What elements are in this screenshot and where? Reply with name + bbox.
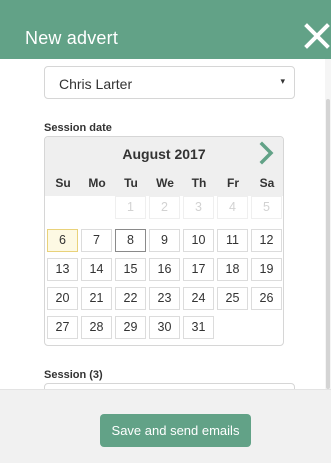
session-label: Session (3) <box>44 369 103 381</box>
calendar-day[interactable]: 30 <box>149 316 180 339</box>
calendar-day-selected[interactable]: 8 <box>115 229 146 252</box>
calendar-day[interactable]: 31 <box>183 316 214 339</box>
calendar-day[interactable]: 10 <box>183 229 214 252</box>
calendar-day[interactable]: 29 <box>115 316 146 339</box>
calendar-day[interactable]: 16 <box>149 258 180 281</box>
close-icon[interactable] <box>303 22 331 50</box>
calendar-day[interactable]: 11 <box>217 229 248 252</box>
person-select[interactable]: Chris Larter ▾ <box>44 66 295 99</box>
caret-down-icon: ▾ <box>280 76 285 86</box>
modal-footer: Save and send emails <box>0 389 331 463</box>
calendar-day[interactable]: 17 <box>183 258 214 281</box>
weekday-label: Tu <box>124 176 138 190</box>
session-date-label: Session date <box>44 122 112 134</box>
calendar-day-today[interactable]: 6 <box>47 229 78 252</box>
calendar-day[interactable]: 28 <box>81 316 112 339</box>
weekday-label: Mo <box>88 176 106 190</box>
calendar-day[interactable]: 7 <box>81 229 112 252</box>
calendar-day[interactable]: 14 <box>81 258 112 281</box>
calendar-day[interactable]: 18 <box>217 258 248 281</box>
calendar-day[interactable]: 12 <box>251 229 282 252</box>
modal-header: New advert <box>0 0 331 59</box>
calendar-day[interactable]: 27 <box>47 316 78 339</box>
chevron-right-icon[interactable] <box>256 141 278 165</box>
modal-body: Chris Larter ▾ Session date August 2017 … <box>0 59 331 389</box>
calendar-day-disabled: 2 <box>149 196 180 219</box>
weekday-label: Sa <box>259 176 275 190</box>
calendar-day-disabled: 3 <box>183 196 214 219</box>
modal-title: New advert <box>25 28 119 48</box>
calendar-day-disabled: 5 <box>251 196 282 219</box>
scrollbar[interactable] <box>325 59 331 389</box>
calendar-day[interactable]: 23 <box>149 287 180 310</box>
calendar-day-disabled: 4 <box>217 196 248 219</box>
calendar-day[interactable]: 20 <box>47 287 78 310</box>
date-picker: August 2017 Su Mo Tu We Th Fr Sa 1 2 3 4 5 6 7 8 9 10 11… <box>44 136 284 346</box>
calendar-day[interactable]: 25 <box>217 287 248 310</box>
calendar-day[interactable]: 13 <box>47 258 78 281</box>
calendar-day[interactable]: 26 <box>251 287 282 310</box>
person-select-value: Chris Larter <box>59 76 133 92</box>
weekday-label: Th <box>191 176 207 190</box>
calendar-day[interactable]: 21 <box>81 287 112 310</box>
calendar-month-title: August 2017 <box>122 146 206 162</box>
weekday-label: Fr <box>227 176 239 190</box>
calendar-day[interactable]: 15 <box>115 258 146 281</box>
weekday-label: We <box>156 176 174 190</box>
calendar-day[interactable]: 22 <box>115 287 146 310</box>
scrollbar-thumb[interactable] <box>326 99 330 389</box>
save-and-send-button[interactable]: Save and send emails <box>100 414 251 447</box>
calendar-day[interactable]: 24 <box>183 287 214 310</box>
calendar-day[interactable]: 9 <box>149 229 180 252</box>
weekday-label: Su <box>55 176 71 190</box>
calendar-day-disabled: 1 <box>115 196 146 219</box>
calendar-day[interactable]: 19 <box>251 258 282 281</box>
